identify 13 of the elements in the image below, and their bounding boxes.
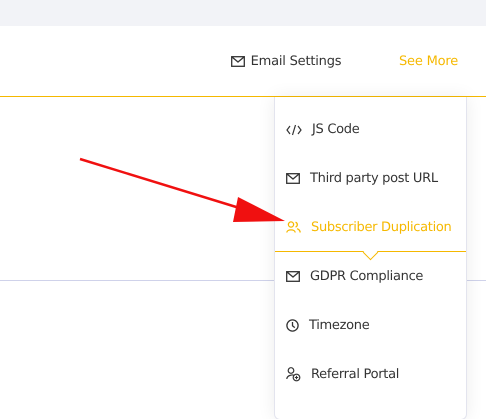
mail-icon [286,271,300,282]
tab[interactable]: Email Settings [201,50,371,73]
user-plus-icon [286,367,301,382]
menu-item[interactable]: Third party post URL [275,154,466,203]
mail-icon [286,173,300,184]
menu-item[interactable]: GDPR Compliance [275,252,466,301]
code-icon [286,124,302,136]
menu-item[interactable]: Timezone [275,301,466,350]
menu-item[interactable]: Referral Portal [275,350,466,399]
menu-item[interactable]: JS Code [275,97,466,154]
mail-icon [230,56,245,67]
users-icon [286,221,301,233]
clock-icon [286,319,299,332]
